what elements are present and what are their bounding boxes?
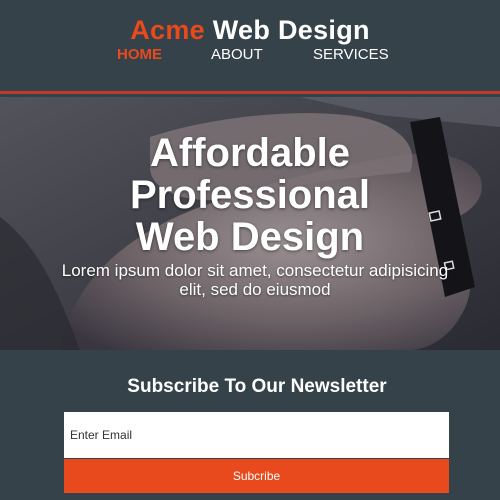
nav-item-home[interactable]: HOME	[117, 46, 162, 63]
hero-title-line-1: Affordable	[150, 131, 350, 175]
subscribe-button[interactable]: Subcribe	[64, 459, 449, 493]
hero-title-line-3: Web Design	[135, 215, 365, 259]
page: Acme Web Design HOME ABOUT SERVICES Affo…	[0, 0, 500, 500]
newsletter-title: Subscribe To Our Newsletter	[127, 376, 387, 397]
site-logo[interactable]: Acme Web Design	[0, 15, 500, 46]
logo-rest: Web Design	[204, 15, 370, 45]
hero-title-line-2: Professional	[129, 173, 371, 217]
hero-showcase: Affordable Professional Web Design Lorem…	[0, 97, 500, 350]
hero-subtitle: Lorem ipsum dolor sit amet, consectetur …	[61, 261, 449, 299]
nav-item-about[interactable]: ABOUT	[211, 46, 263, 63]
main-nav: HOME ABOUT SERVICES	[0, 46, 500, 66]
nav-item-services[interactable]: SERVICES	[313, 46, 389, 63]
hero-title: Affordable Professional Web Design	[0, 132, 500, 258]
email-input[interactable]	[64, 412, 449, 458]
site-header: Acme Web Design HOME ABOUT SERVICES	[0, 0, 500, 94]
logo-accent: Acme	[130, 15, 205, 45]
newsletter-section: Subscribe To Our Newsletter Subcribe	[0, 350, 500, 500]
